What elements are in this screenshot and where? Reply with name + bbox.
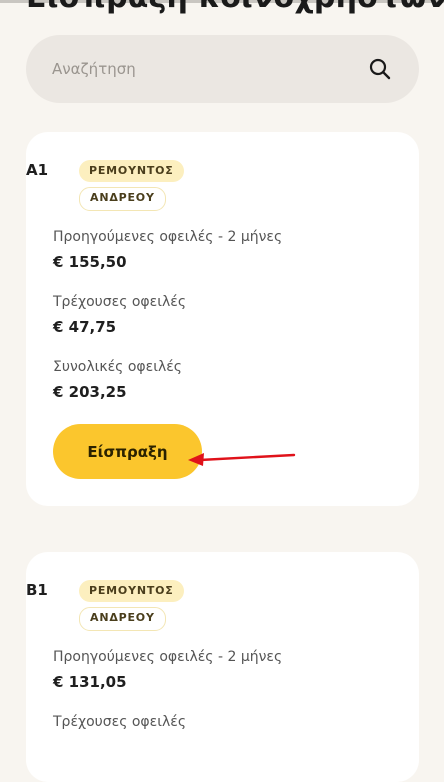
current-fees-value: € 47,75 xyxy=(53,318,117,336)
total-fees-label: Συνολικές οφειλές xyxy=(53,359,183,375)
previous-fees: Προηγούμενες οφειλές - 2 μήνες € 155,50 xyxy=(53,229,282,271)
owner-badge-secondary: ΑΝΔΡΕΟΥ xyxy=(79,187,166,211)
collect-button[interactable]: Είσπραξη xyxy=(53,424,202,479)
current-fees: Τρέχουσες οφειλές xyxy=(53,714,186,730)
previous-fees-value: € 155,50 xyxy=(53,253,127,271)
search-bar[interactable] xyxy=(26,35,419,103)
previous-fees-value: € 131,05 xyxy=(53,673,127,691)
current-fees: Τρέχουσες οφειλές € 47,75 xyxy=(53,294,186,336)
page-title: Είσπραξη κοινοχρήστων xyxy=(26,0,444,15)
unit-id: Α1 xyxy=(26,161,49,179)
total-fees-value: € 203,25 xyxy=(53,383,127,401)
previous-fees: Προηγούμενες οφειλές - 2 μήνες € 131,05 xyxy=(53,649,282,691)
search-icon[interactable] xyxy=(367,56,393,82)
total-fees: Συνολικές οφειλές € 203,25 xyxy=(53,359,182,401)
apartment-card: Β1 ΡΕΜΟΥΝΤΟΣ ΑΝΔΡΕΟΥ Προηγούμενες οφειλέ… xyxy=(26,552,419,782)
current-fees-label: Τρέχουσες οφειλές xyxy=(53,714,187,730)
owner-badge-secondary: ΑΝΔΡΕΟΥ xyxy=(79,607,166,631)
previous-fees-label: Προηγούμενες οφειλές - 2 μήνες xyxy=(53,229,283,245)
current-fees-label: Τρέχουσες οφειλές xyxy=(53,294,187,310)
owner-badge: ΡΕΜΟΥΝΤΟΣ xyxy=(79,580,184,602)
owner-badge: ΡΕΜΟΥΝΤΟΣ xyxy=(79,160,184,182)
search-input[interactable] xyxy=(52,60,367,78)
unit-id: Β1 xyxy=(26,581,48,599)
apartment-card: Α1 ΡΕΜΟΥΝΤΟΣ ΑΝΔΡΕΟΥ Προηγούμενες οφειλέ… xyxy=(26,132,419,506)
previous-fees-label: Προηγούμενες οφειλές - 2 μήνες xyxy=(53,649,283,665)
